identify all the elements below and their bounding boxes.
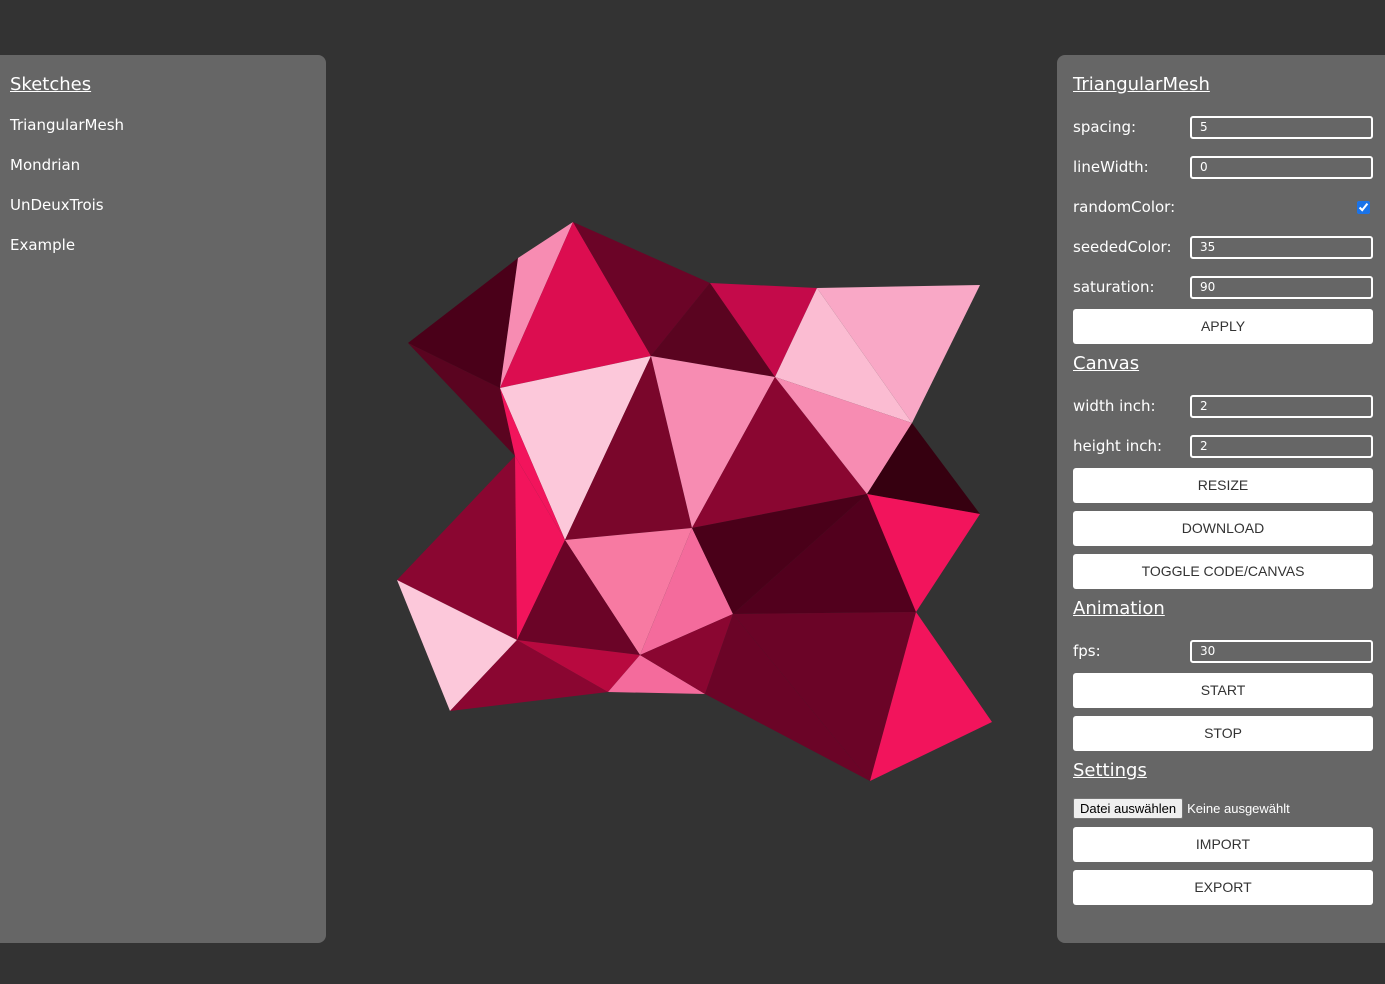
params-heading: TriangularMesh — [1073, 74, 1210, 95]
seededcolor-label: seededColor: — [1073, 238, 1172, 256]
sketch-item-mondrian[interactable]: Mondrian — [10, 155, 316, 175]
export-button[interactable]: EXPORT — [1073, 870, 1373, 905]
download-button[interactable]: DOWNLOAD — [1073, 511, 1373, 546]
animation-heading: Animation — [1073, 598, 1165, 619]
saturation-label: saturation: — [1073, 278, 1155, 296]
sketch-canvas — [340, 150, 1040, 850]
spacing-label: spacing: — [1073, 118, 1137, 136]
width-row: width inch: — [1073, 386, 1373, 426]
apply-button[interactable]: APPLY — [1073, 309, 1373, 344]
choose-file-button[interactable]: Datei auswählen — [1073, 797, 1184, 819]
toggle-code-canvas-button[interactable]: TOGGLE CODE/CANVAS — [1073, 554, 1373, 589]
saturation-input[interactable] — [1190, 275, 1373, 299]
width-input[interactable] — [1190, 394, 1373, 418]
resize-button[interactable]: RESIZE — [1073, 468, 1373, 503]
linewidth-input[interactable] — [1190, 155, 1373, 179]
sketch-item-triangularmesh[interactable]: TriangularMesh — [10, 115, 316, 135]
randomcolor-checkbox[interactable] — [1357, 200, 1370, 214]
seededcolor-input[interactable] — [1190, 235, 1373, 259]
sketch-item-undeuxtrois[interactable]: UnDeuxTrois — [10, 195, 316, 215]
linewidth-row: lineWidth: — [1073, 147, 1373, 187]
mesh-triangles — [397, 222, 992, 781]
height-input[interactable] — [1190, 434, 1373, 458]
stop-button[interactable]: STOP — [1073, 716, 1373, 751]
settings-heading: Settings — [1073, 760, 1147, 781]
fps-input[interactable] — [1190, 639, 1373, 663]
start-button[interactable]: START — [1073, 673, 1373, 708]
fps-row: fps: — [1073, 631, 1373, 671]
controls-panel: TriangularMesh spacing: lineWidth: rando… — [1057, 55, 1385, 943]
sketches-panel: Sketches TriangularMesh Mondrian UnDeuxT… — [0, 55, 326, 943]
canvas-heading: Canvas — [1073, 353, 1140, 374]
randomcolor-row: randomColor: — [1073, 187, 1373, 227]
file-picker: Datei auswählen Keine ausgewählt — [1073, 797, 1373, 819]
saturation-row: saturation: — [1073, 267, 1373, 307]
sketch-item-example[interactable]: Example — [10, 235, 316, 255]
fps-label: fps: — [1073, 642, 1101, 660]
height-row: height inch: — [1073, 426, 1373, 466]
seededcolor-row: seededColor: — [1073, 227, 1373, 267]
sketches-heading: Sketches — [10, 74, 92, 95]
height-label: height inch: — [1073, 437, 1163, 455]
width-label: width inch: — [1073, 397, 1156, 415]
file-status: Keine ausgewählt — [1187, 800, 1290, 816]
mesh-triangle — [408, 258, 518, 388]
spacing-row: spacing: — [1073, 107, 1373, 147]
spacing-input[interactable] — [1190, 115, 1373, 139]
randomcolor-label: randomColor: — [1073, 198, 1176, 216]
triangular-mesh-artwork — [397, 222, 992, 781]
import-button[interactable]: IMPORT — [1073, 827, 1373, 862]
linewidth-label: lineWidth: — [1073, 158, 1149, 176]
